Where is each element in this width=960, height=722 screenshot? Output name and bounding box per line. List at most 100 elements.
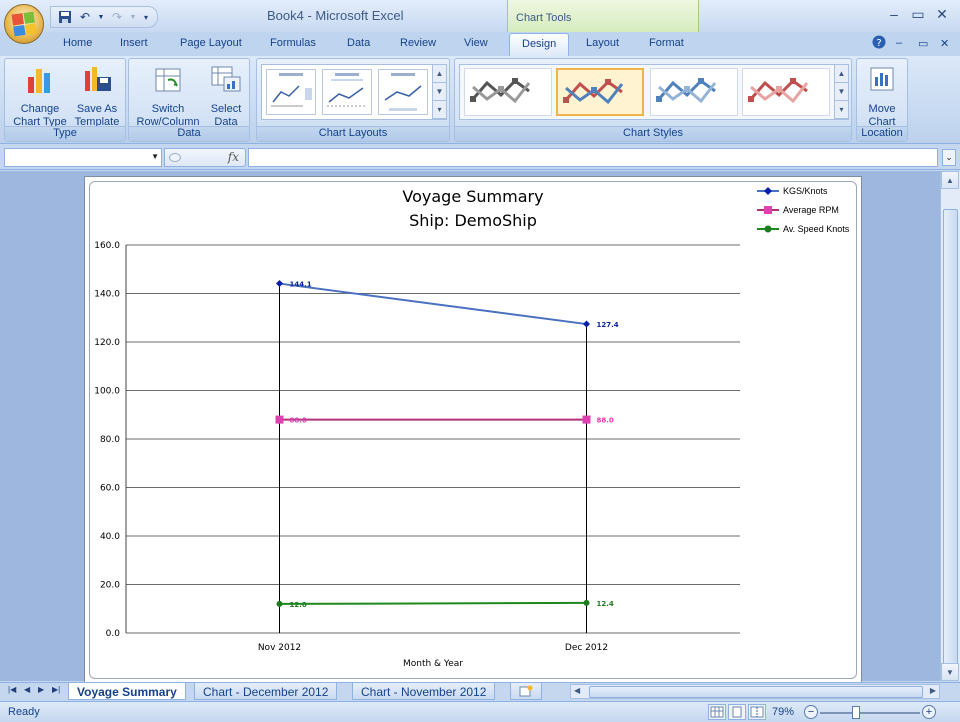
switch-row-column-button[interactable]: Switch Row/Column [133, 63, 203, 129]
y-tick-label: 80.0 [100, 435, 120, 445]
y-tick-label: 60.0 [100, 484, 120, 494]
save-icon[interactable] [57, 9, 73, 25]
chart-style-1-thumbnail[interactable] [464, 68, 552, 116]
undo-icon[interactable]: ↶ [77, 9, 93, 25]
chart-style-4-thumbnail[interactable] [742, 68, 830, 116]
title-bar: ↶ ▼ ↷ ▼ ▾ Book4 - Microsoft Excel Chart … [0, 0, 960, 32]
select-data-button[interactable]: Select Data [205, 63, 247, 129]
horizontal-scroll-thumb[interactable] [589, 686, 923, 698]
horizontal-scrollbar[interactable]: ◀ ▶ [570, 684, 940, 699]
undo-dropdown-icon[interactable]: ▼ [97, 9, 105, 25]
legend-label-av-speed-knots: Av. Speed Knots [783, 224, 850, 234]
switch-row-column-label-1: Switch [151, 103, 185, 115]
zoom-in-icon[interactable]: + [922, 705, 936, 719]
move-chart-icon [870, 67, 894, 91]
last-sheet-icon[interactable]: ▶| [52, 685, 60, 694]
vertical-scrollbar[interactable]: ▲ ▼ [940, 171, 960, 681]
tab-view[interactable]: View [464, 37, 488, 49]
chart-layout-1-thumbnail[interactable] [266, 69, 316, 115]
move-chart-button[interactable]: Move Chart [859, 63, 905, 129]
zoom-slider[interactable] [820, 712, 920, 714]
redo-dropdown-icon[interactable]: ▼ [129, 9, 137, 25]
chart-layout-3-thumbnail[interactable] [378, 69, 428, 115]
quick-access-toolbar: ↶ ▼ ↷ ▼ ▾ [50, 6, 158, 28]
chart-styles-group-label: Chart Styles [455, 126, 851, 141]
data-point [276, 280, 283, 288]
legend-label-kgs-knots: KGS/Knots [783, 186, 828, 196]
sheet-tab-chart-december-2012[interactable]: Chart - December 2012 [194, 683, 338, 700]
styles-more-icon[interactable]: ▾ [835, 101, 848, 119]
page-break-preview-icon[interactable] [748, 704, 766, 720]
change-chart-type-button[interactable]: Change Chart Type [11, 63, 69, 129]
save-as-template-button[interactable]: Save As Template [69, 63, 125, 129]
redo-icon[interactable]: ↷ [109, 9, 125, 25]
styles-up-icon[interactable]: ▲ [835, 65, 848, 83]
formula-bar: ▼ fx ⌄ [0, 146, 960, 170]
chart-layouts-group-label: Chart Layouts [257, 126, 449, 141]
sheet-tab-voyage-summary[interactable]: Voyage Summary [68, 683, 186, 700]
page-layout-view-icon[interactable] [728, 704, 746, 720]
zoom-out-icon[interactable]: − [804, 705, 818, 719]
chart-style-3-thumbnail[interactable] [650, 68, 738, 116]
styles-down-icon[interactable]: ▼ [835, 83, 848, 101]
ribbon-tabs: Home Insert Page Layout Formulas Data Re… [0, 32, 960, 57]
tab-page-layout[interactable]: Page Layout [180, 37, 242, 49]
legend-item-average-rpm: Average RPM [757, 202, 857, 221]
tab-layout[interactable]: Layout [586, 37, 619, 49]
help-icon[interactable]: ? [872, 35, 886, 52]
svg-text:?: ? [876, 38, 881, 49]
insert-function-icon[interactable]: fx [228, 150, 239, 164]
vertical-scroll-thumb[interactable] [943, 209, 958, 667]
legend-item-kgs-knots: KGS/Knots [757, 183, 857, 202]
formula-input[interactable] [248, 148, 938, 167]
chart-legend[interactable]: KGS/Knots Average RPM Av. Speed Knots [757, 183, 857, 240]
zoom-level[interactable]: 79% [772, 706, 794, 718]
data-label: 127.4 [597, 321, 619, 329]
chart-style-2-thumbnail[interactable] [556, 68, 644, 116]
ribbon: Change Chart Type Save As Template Type … [0, 56, 960, 144]
close-workbook-icon[interactable]: ✕ [940, 37, 949, 50]
tab-formulas[interactable]: Formulas [270, 37, 316, 49]
gallery-up-icon[interactable]: ▲ [433, 65, 446, 83]
normal-view-icon[interactable] [708, 704, 726, 720]
name-box-dropdown-icon[interactable]: ▼ [151, 152, 159, 161]
chart-styles-gallery: ▲ ▼ ▾ [459, 64, 849, 120]
name-box[interactable]: ▼ [4, 148, 162, 167]
office-button[interactable] [4, 4, 44, 44]
scroll-down-icon[interactable]: ▼ [941, 663, 959, 681]
minimize-workbook-icon[interactable]: – [896, 37, 902, 49]
previous-sheet-icon[interactable]: ◀ [24, 685, 30, 694]
next-sheet-icon[interactable]: ▶ [38, 685, 44, 694]
select-data-icon [211, 66, 241, 92]
tab-design[interactable]: Design [509, 33, 570, 57]
chart-area[interactable]: Voyage Summary Ship: DemoShip 0.0 20.0 40.… [84, 176, 862, 684]
data-label: 12.0 [290, 601, 307, 609]
zoom-slider-knob[interactable] [852, 706, 860, 719]
formula-bar-handle-icon[interactable] [169, 153, 181, 162]
scroll-right-icon[interactable]: ▶ [930, 686, 936, 695]
insert-sheet-icon[interactable] [510, 683, 542, 700]
plot-area[interactable]: 0.0 20.0 40.0 60.0 80.0 100.0 120.0 140.0 160.0 N… [85, 177, 861, 683]
close-window-icon[interactable]: ✕ [932, 6, 952, 23]
data-group: Switch Row/Column Select Data Data [128, 58, 250, 142]
gallery-down-icon[interactable]: ▼ [433, 83, 446, 101]
tab-format[interactable]: Format [649, 37, 684, 49]
chart-tools-label: Chart Tools [516, 12, 572, 24]
restore-workbook-icon[interactable]: ▭ [918, 37, 928, 50]
first-sheet-icon[interactable]: |◀ [8, 685, 16, 694]
scroll-left-icon[interactable]: ◀ [574, 686, 580, 695]
chart-layout-2-thumbnail[interactable] [322, 69, 372, 115]
tab-review[interactable]: Review [400, 37, 436, 49]
expand-formula-bar-icon[interactable]: ⌄ [942, 149, 956, 166]
sheet-tab-chart-november-2012[interactable]: Chart - November 2012 [352, 683, 496, 700]
tab-home[interactable]: Home [63, 37, 92, 49]
tab-data[interactable]: Data [347, 37, 370, 49]
scroll-up-icon[interactable]: ▲ [941, 171, 959, 189]
minimize-window-icon[interactable]: – [884, 6, 904, 22]
gallery-more-icon[interactable]: ▾ [433, 101, 446, 119]
chart-tools-context-header: Chart Tools [507, 0, 699, 32]
y-tick-label: 40.0 [100, 532, 120, 542]
customize-qat-icon[interactable]: ▾ [141, 9, 151, 25]
tab-insert[interactable]: Insert [120, 37, 148, 49]
restore-window-icon[interactable]: ▭ [908, 6, 928, 23]
